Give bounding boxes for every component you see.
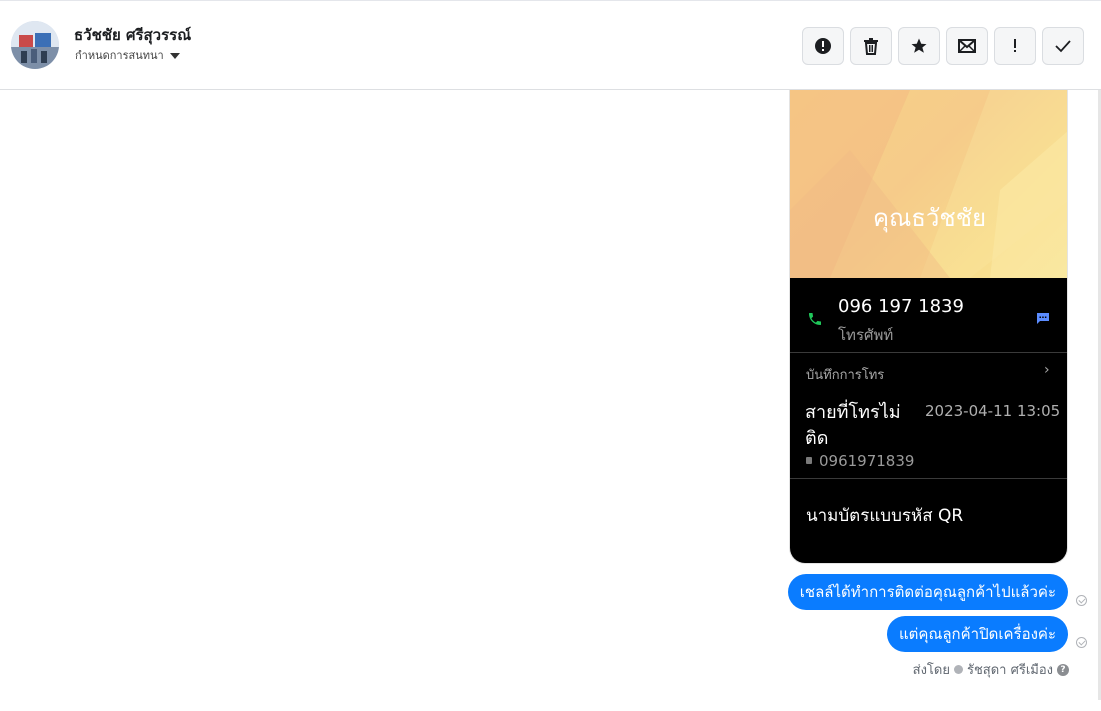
caret-down-icon <box>169 52 180 59</box>
sent-by-prefix: ส่งโดย <box>912 663 950 678</box>
call-time: 2023-04-11 13:05 <box>925 402 1061 420</box>
image-attachment[interactable]: คุณธวัชชัย 096 197 1839 โทรศัพท์ บันทึกก… <box>789 90 1068 564</box>
message-bubble[interactable]: แต่คุณลูกค้าปิดเครื่องค่ะ <box>887 616 1068 652</box>
delete-button[interactable] <box>850 27 892 65</box>
checkmark-icon <box>1055 40 1071 53</box>
divider <box>790 478 1067 479</box>
call-log-title: บันทึกการโทร <box>806 368 885 383</box>
call-number: 0961971839 <box>819 452 915 470</box>
avatar[interactable] <box>11 21 59 69</box>
divider <box>790 352 1067 353</box>
contact-details: 096 197 1839 โทรศัพท์ บันทึกการโทร › สาย… <box>790 278 1067 563</box>
phone-icon <box>809 313 821 325</box>
contact-card-banner: คุณธวัชชัย <box>790 90 1067 278</box>
conversation-header: ธวัชชัย ศรีสุวรรณ์ กำหนดการสนทนา <box>0 0 1101 90</box>
follow-up-button[interactable] <box>994 27 1036 65</box>
sent-check-icon <box>1076 637 1087 648</box>
chevron-right-icon: › <box>1044 362 1050 378</box>
sim-icon <box>806 457 812 464</box>
message-icon <box>1037 313 1049 324</box>
phone-label: โทรศัพท์ <box>838 326 894 344</box>
spam-icon <box>815 38 831 54</box>
star-icon <box>911 38 927 53</box>
sender-status-icon <box>953 665 963 674</box>
assign-conversation-dropdown[interactable]: กำหนดการสนทนา <box>75 46 180 64</box>
message-bubble[interactable]: เชลล์ได้ทำการติดต่อคุณลูกค้าไปแล้วค่ะ <box>787 574 1068 610</box>
phone-number: 096 197 1839 <box>838 296 964 317</box>
envelope-icon <box>958 39 976 53</box>
star-button[interactable] <box>898 27 940 65</box>
contact-card-name: คุณธวัชชัย <box>872 204 987 232</box>
sender-name[interactable]: รัชสุดา ศรีเมือง <box>967 659 1053 680</box>
assign-conversation-label: กำหนดการสนทนา <box>75 49 164 62</box>
header-actions <box>802 27 1084 65</box>
help-icon[interactable]: ? <box>1057 663 1069 676</box>
sent-check-icon <box>1076 595 1087 606</box>
contact-name[interactable]: ธวัชชัย ศรีสุวรรณ์ <box>74 23 191 47</box>
qr-card-label: นามบัตรแบบรหัส QR <box>806 506 964 526</box>
banner-pattern <box>790 90 1067 278</box>
mark-unread-button[interactable] <box>946 27 988 65</box>
call-status: สายที่โทรไม่ติด <box>805 402 901 449</box>
trash-icon <box>864 38 878 55</box>
mark-done-button[interactable] <box>1042 27 1084 65</box>
mark-spam-button[interactable] <box>802 27 844 65</box>
exclamation-icon <box>1014 39 1016 52</box>
sent-by: ส่งโดย รัชสุดา ศรีเมือง ? <box>913 659 1069 680</box>
conversation-thread: คุณธวัชชัย 096 197 1839 โทรศัพท์ บันทึกก… <box>0 90 1101 711</box>
avatar-image <box>11 21 59 69</box>
